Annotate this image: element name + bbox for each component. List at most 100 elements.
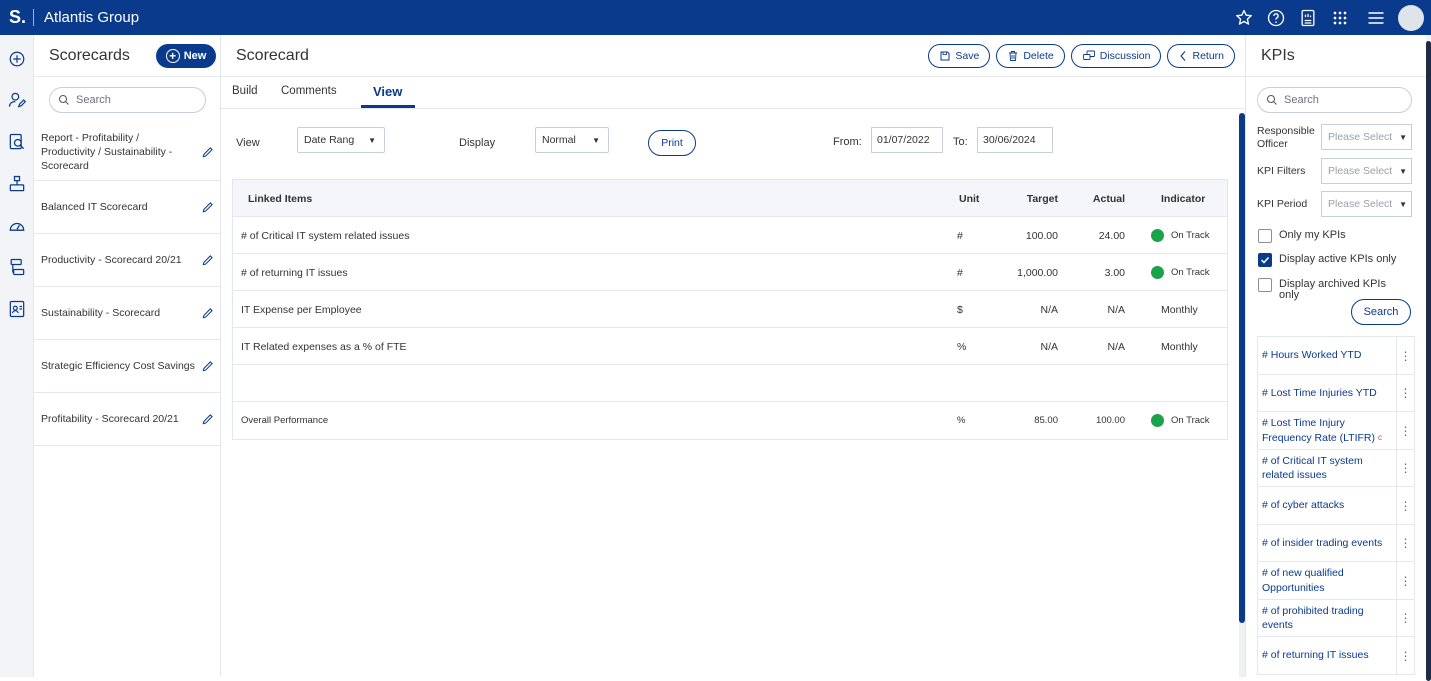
more-vertical-icon[interactable]: ⋮: [1396, 599, 1414, 637]
hierarchy-icon[interactable]: [7, 257, 27, 277]
view-select[interactable]: Date Rang ▼: [297, 127, 385, 153]
report-icon[interactable]: [1298, 8, 1318, 28]
menu-icon[interactable]: [1366, 8, 1386, 28]
tab-view[interactable]: View: [373, 84, 402, 99]
view-select-value: Date Rang: [304, 134, 355, 146]
delete-button[interactable]: Delete: [996, 44, 1065, 68]
user-avatar[interactable]: [1398, 4, 1424, 31]
chevron-down-icon: ▼: [368, 136, 376, 145]
tab-comments[interactable]: Comments: [281, 85, 337, 97]
edit-pencil-icon[interactable]: [201, 200, 215, 214]
kpi-item-label: # Lost Time Injury Frequency Rate (LTIFR…: [1262, 417, 1376, 444]
more-vertical-icon[interactable]: ⋮: [1396, 524, 1414, 562]
app-logo[interactable]: S.: [9, 7, 26, 28]
kpi-list: # Hours Worked YTD ⋮ # Lost Time Injurie…: [1257, 336, 1415, 675]
scorecard-list-item[interactable]: Balanced IT Scorecard: [34, 181, 221, 234]
row-target: N/A: [1040, 340, 1058, 353]
add-circle-icon[interactable]: [7, 49, 27, 69]
id-card-icon[interactable]: [7, 299, 27, 319]
kpi-list-item[interactable]: # of prohibited trading events ⋮: [1257, 599, 1415, 637]
archived-kpis-checkbox[interactable]: [1258, 278, 1272, 292]
kpi-list-item[interactable]: # of cyber attacks ⋮: [1257, 487, 1415, 525]
row-name: # of returning IT issues: [241, 266, 348, 279]
from-date-input[interactable]: 01/07/2022: [871, 127, 943, 153]
more-vertical-icon[interactable]: ⋮: [1396, 637, 1414, 674]
table-row[interactable]: IT Related expenses as a % of FTE % N/A …: [233, 328, 1227, 365]
edit-pencil-icon[interactable]: [201, 412, 215, 426]
edit-pencil-icon[interactable]: [201, 253, 215, 267]
overall-target: 85.00: [1034, 415, 1058, 426]
scorecard-list-item[interactable]: Productivity - Scorecard 20/21: [34, 234, 221, 287]
scorecard-list-item[interactable]: Sustainability - Scorecard: [34, 287, 221, 340]
edit-pencil-icon[interactable]: [201, 306, 215, 320]
print-button[interactable]: Print: [648, 130, 696, 156]
more-vertical-icon[interactable]: ⋮: [1396, 487, 1414, 524]
discussion-button[interactable]: Discussion: [1070, 44, 1162, 68]
to-date-input[interactable]: 30/06/2024: [977, 127, 1053, 153]
scorecard-main: Scorecard Save Delete Discussion Return …: [221, 35, 1245, 677]
only-my-kpis-checkbox[interactable]: [1258, 229, 1272, 243]
kpi-list-item[interactable]: # of insider trading events ⋮: [1257, 524, 1415, 562]
overall-performance-row[interactable]: Overall Performance % 85.00 100.00 On Tr…: [233, 402, 1227, 439]
display-select[interactable]: Normal ▼: [535, 127, 609, 153]
gauge-icon[interactable]: [7, 216, 27, 236]
help-icon[interactable]: [1266, 8, 1286, 28]
row-unit: #: [957, 229, 963, 242]
top-bar-icons: [1222, 0, 1431, 35]
kpi-panel-scrollbar[interactable]: [1426, 35, 1431, 681]
kpi-item-label: # Hours Worked YTD: [1262, 349, 1362, 362]
table-row[interactable]: # of returning IT issues # 1,000.00 3.00…: [233, 254, 1227, 291]
kpi-list-item[interactable]: # Lost Time Injury Frequency Rate (LTIFR…: [1257, 412, 1415, 450]
kpi-list-item[interactable]: # of Critical IT system related issues ⋮: [1257, 449, 1415, 487]
org-chart-icon[interactable]: [7, 174, 27, 194]
kpi-list-item[interactable]: # Lost Time Injuries YTD ⋮: [1257, 374, 1415, 412]
table-row[interactable]: # of Critical IT system related issues #…: [233, 217, 1227, 254]
chevron-down-icon: ▼: [1399, 167, 1407, 176]
search-icon: [59, 95, 69, 105]
scorecards-list: Report - Profitability / Productivity / …: [34, 123, 221, 446]
new-scorecard-button[interactable]: + New: [156, 44, 216, 68]
more-vertical-icon[interactable]: ⋮: [1396, 412, 1414, 449]
scrollbar-thumb[interactable]: [1426, 41, 1431, 681]
kpi-search-button[interactable]: Search: [1351, 299, 1411, 325]
star-icon[interactable]: [1234, 8, 1254, 28]
edit-pencil-icon[interactable]: [201, 359, 215, 373]
left-nav-rail: [0, 35, 34, 677]
row-indicator: Monthly: [1161, 340, 1198, 353]
table-row[interactable]: IT Expense per Employee $ N/A N/A Monthl…: [233, 291, 1227, 328]
kpi-list-item[interactable]: # of new qualified Opportunities ⋮: [1257, 562, 1415, 600]
scorecard-item-label: Productivity - Scorecard 20/21: [41, 254, 182, 266]
kpi-search-input[interactable]: Search: [1257, 87, 1412, 113]
save-button[interactable]: Save: [928, 44, 991, 68]
more-vertical-icon[interactable]: ⋮: [1396, 449, 1414, 487]
row-unit: #: [957, 266, 963, 279]
tab-build[interactable]: Build: [232, 85, 258, 97]
kpi-filters-select[interactable]: Please Select ▼: [1321, 158, 1412, 184]
search-placeholder: Search: [76, 94, 111, 106]
kpi-period-select[interactable]: Please Select ▼: [1321, 191, 1412, 217]
user-edit-icon[interactable]: [7, 90, 27, 110]
scorecard-item-label: Report - Profitability / Productivity / …: [41, 131, 173, 172]
new-button-label: New: [183, 50, 207, 62]
top-bar: S. Atlantis Group: [0, 0, 1431, 35]
search-document-icon[interactable]: [7, 132, 27, 152]
more-vertical-icon[interactable]: ⋮: [1396, 562, 1414, 599]
from-label: From:: [833, 136, 862, 148]
row-name: # of Critical IT system related issues: [241, 229, 410, 242]
responsible-officer-select[interactable]: Please Select ▼: [1321, 124, 1412, 150]
scorecard-list-item[interactable]: Strategic Efficiency Cost Savings: [34, 340, 221, 393]
discussion-icon: [1082, 50, 1095, 60]
edit-pencil-icon[interactable]: [201, 145, 215, 159]
kpi-list-item[interactable]: # of returning IT issues ⋮: [1257, 637, 1415, 675]
scorecard-list-item[interactable]: Report - Profitability / Productivity / …: [34, 123, 221, 181]
apps-grid-icon[interactable]: [1330, 8, 1350, 28]
active-kpis-checkbox[interactable]: [1258, 253, 1272, 267]
scorecard-list-item[interactable]: Profitability - Scorecard 20/21: [34, 393, 221, 446]
more-vertical-icon[interactable]: ⋮: [1396, 337, 1414, 374]
return-button[interactable]: Return: [1167, 44, 1235, 68]
more-vertical-icon[interactable]: ⋮: [1396, 374, 1414, 412]
scorecards-search-input[interactable]: Search: [49, 87, 206, 113]
header-actions: Save Delete Discussion Return: [922, 44, 1235, 68]
kpi-list-item[interactable]: # Hours Worked YTD ⋮: [1257, 337, 1415, 375]
kpi-item-label: # of new qualified Opportunities: [1262, 567, 1344, 594]
